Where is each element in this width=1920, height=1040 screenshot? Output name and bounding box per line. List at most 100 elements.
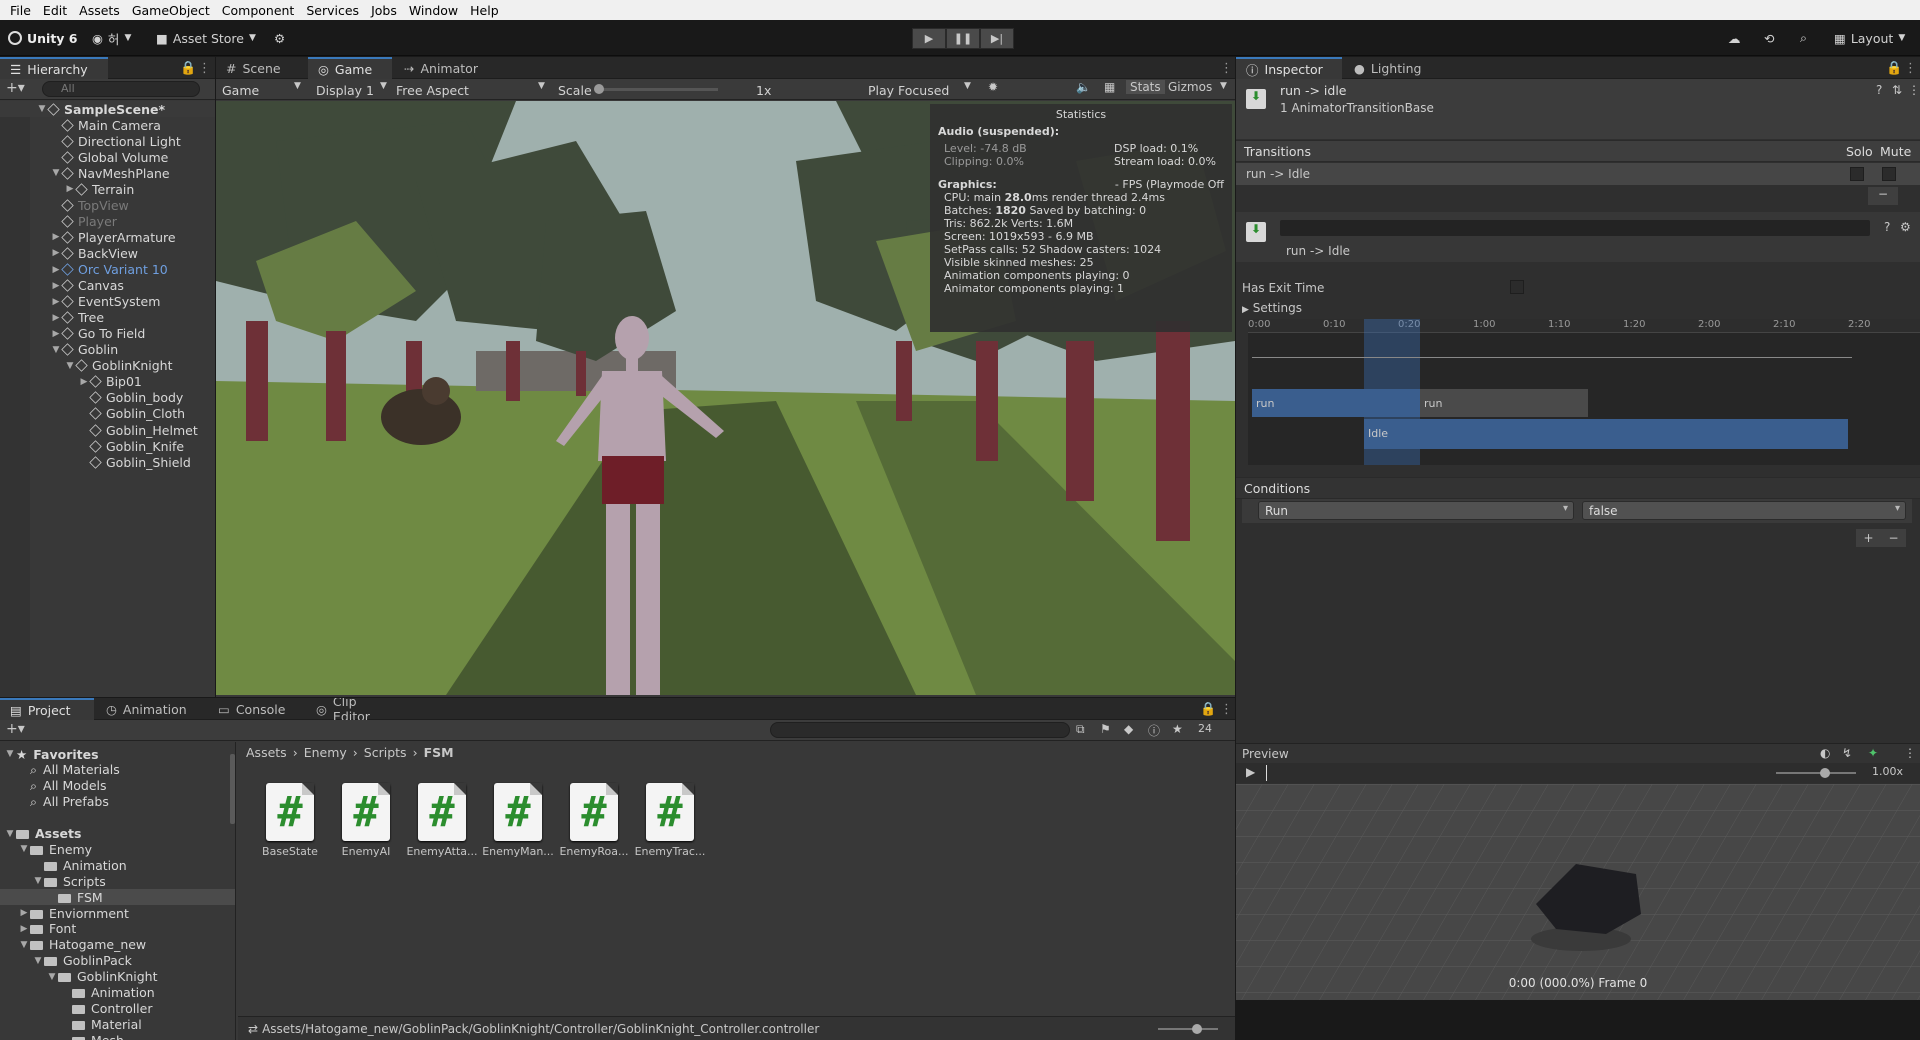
hierarchy-item[interactable]: Goblin_Shield [0,454,215,470]
chevron-icon[interactable]: ▼ [32,956,44,966]
chevron-icon[interactable]: ▶ [50,329,62,339]
star-icon[interactable]: ★ [1172,722,1183,736]
transition-name-field[interactable] [1280,220,1870,236]
chevron-icon[interactable]: ▶ [78,377,90,387]
gear-icon[interactable]: ⚙ [1900,220,1911,234]
hierarchy-item[interactable]: ▶ EventSystem [0,294,215,310]
tab-animator[interactable]: ⇢ Animator [394,57,494,79]
lock-icon[interactable]: 🔒 [1200,702,1216,717]
project-tree-item[interactable]: ▼ ★ Favorites [0,746,235,762]
tag-icon[interactable]: ◆ [1124,722,1133,736]
hierarchy-item[interactable]: ▼ NavMeshPlane [0,165,215,181]
chevron-icon[interactable]: ▼ [50,345,62,355]
project-tree-item[interactable]: FSM [0,889,235,906]
tab-clip-editor[interactable]: ◎ Clip Editor [306,698,406,724]
chevron-icon[interactable]: ▶ [50,313,62,323]
has-exit-time-checkbox[interactable] [1510,280,1524,294]
tab-project[interactable]: ▤ Project [0,698,94,720]
chevron-icon[interactable]: ▶ [50,297,62,307]
hierarchy-item[interactable]: ▶ Terrain [0,181,215,197]
scale-slider-track[interactable] [598,88,718,91]
project-tree-item[interactable]: Animation [0,857,235,873]
transition-row[interactable]: run -> Idle [1236,163,1920,185]
project-tree-item[interactable]: ⌕ All Prefabs [0,794,235,810]
chevron-icon[interactable]: ▼ [64,361,76,371]
chevron-icon[interactable]: ▶ [50,265,62,275]
hierarchy-item[interactable]: Goblin_body [0,390,215,406]
account-dropdown[interactable]: ◉ 허 ▼ [92,28,131,48]
layout-dropdown[interactable]: ▦ Layout ▼ [1834,28,1905,48]
more-icon[interactable]: ⋮ [1220,61,1233,76]
breadcrumb-item[interactable]: Scripts [364,745,407,760]
chevron-icon[interactable]: ▶ [18,908,30,918]
hierarchy-item[interactable]: Main Camera [0,117,215,133]
history-icon[interactable]: ⟲ [1764,28,1774,48]
tab-game[interactable]: ◎ Game [308,57,392,79]
remove-transition-button[interactable]: − [1868,187,1898,205]
solo-checkbox[interactable] [1850,167,1864,181]
tab-lighting[interactable]: ● Lighting [1344,57,1440,79]
condition-value-dropdown[interactable]: false [1582,501,1906,520]
hierarchy-item[interactable]: ▶ Go To Field [0,326,215,342]
hierarchy-item[interactable]: ▶ Bip01 [0,374,215,390]
hierarchy-item[interactable]: Goblin_Knife [0,438,215,454]
hierarchy-item[interactable]: ▶ Tree [0,310,215,326]
condition-parameter-dropdown[interactable]: Run [1258,501,1574,520]
speed-slider-thumb[interactable] [1820,768,1830,778]
game-mode-dropdown[interactable]: Game [222,80,259,100]
remove-condition-button[interactable]: − [1888,531,1898,545]
menu-file[interactable]: File [4,3,37,18]
preview-play-button[interactable]: ▶ [1246,765,1255,779]
script-file[interactable]: # BaseState [254,783,326,858]
lock-icon[interactable]: 🔒 [1886,61,1902,76]
play-button[interactable]: ▶ [912,28,946,49]
hierarchy-search-input[interactable]: All [42,81,200,97]
gizmos-dropdown[interactable]: Gizmos [1168,80,1212,94]
script-file[interactable]: # EnemyAI [330,783,402,858]
hierarchy-item[interactable]: ▶ Canvas [0,278,215,294]
hierarchy-item[interactable]: Global Volume [0,149,215,165]
bug-icon[interactable]: ✹ [988,80,998,94]
project-tree-item[interactable]: ▼ Scripts [0,873,235,889]
hierarchy-item[interactable]: ▶ Orc Variant 10 [0,262,215,278]
hierarchy-item[interactable]: Goblin_Helmet [0,422,215,438]
icon-size-thumb[interactable] [1192,1024,1202,1034]
clip-idle-destination[interactable]: Idle [1364,419,1848,449]
script-file[interactable]: # EnemyAtta... [406,783,478,858]
transition-timeline[interactable]: 0:00 0:10 0:20 1:00 1:10 1:20 2:00 2:10 … [1248,319,1920,465]
tab-inspector[interactable]: ⓘ Inspector [1236,57,1342,79]
script-file[interactable]: # EnemyRoa... [558,783,630,858]
project-tree-item[interactable]: ▼ Enemy [0,841,235,857]
unity-account-button[interactable]: Unity 6 [8,28,78,48]
cloud-icon[interactable]: ☁ [1728,28,1741,48]
stats-toggle[interactable]: Stats [1126,80,1165,94]
menu-jobs[interactable]: Jobs [365,3,403,18]
lock-icon[interactable]: 🔒 [180,61,196,76]
project-tree-item[interactable]: Mesh [0,1032,235,1040]
menu-gameobject[interactable]: GameObject [126,3,216,18]
audio-icon[interactable]: 🔈 [1076,80,1091,94]
search-icon[interactable]: ⌕ [1800,28,1807,48]
chevron-icon[interactable]: ▶ [50,281,62,291]
clip-run-source[interactable]: run [1252,389,1420,417]
script-file[interactable]: # EnemyTrac... [634,783,706,858]
settings-foldout[interactable]: ▶ Settings [1242,301,1302,315]
axis-icon[interactable]: ↯ [1842,746,1852,760]
hierarchy-item[interactable]: Player [0,213,215,229]
chevron-icon[interactable]: ▼ [18,940,30,950]
create-icon[interactable]: +▾ [6,721,25,737]
project-search-input[interactable] [770,722,1070,738]
warning-icon[interactable]: ⓘ [1148,722,1160,739]
menu-component[interactable]: Component [216,3,301,18]
project-tree-item[interactable]: Controller [0,1000,235,1016]
speed-slider-track[interactable] [1776,772,1856,774]
hierarchy-item[interactable]: ▶ PlayerArmature [0,229,215,245]
hierarchy-item[interactable]: Directional Light [0,133,215,149]
help-icon[interactable]: ? [1876,83,1882,97]
version-control-icon[interactable]: ⚙ [274,28,285,48]
filter-label-icon[interactable]: ⚑ [1100,722,1111,736]
pivot-icon[interactable]: ◐ [1820,746,1830,760]
hierarchy-item[interactable]: ▶ BackView [0,245,215,261]
tab-hierarchy[interactable]: ☰ Hierarchy [0,57,108,79]
chevron-icon[interactable]: ▶ [18,924,30,934]
